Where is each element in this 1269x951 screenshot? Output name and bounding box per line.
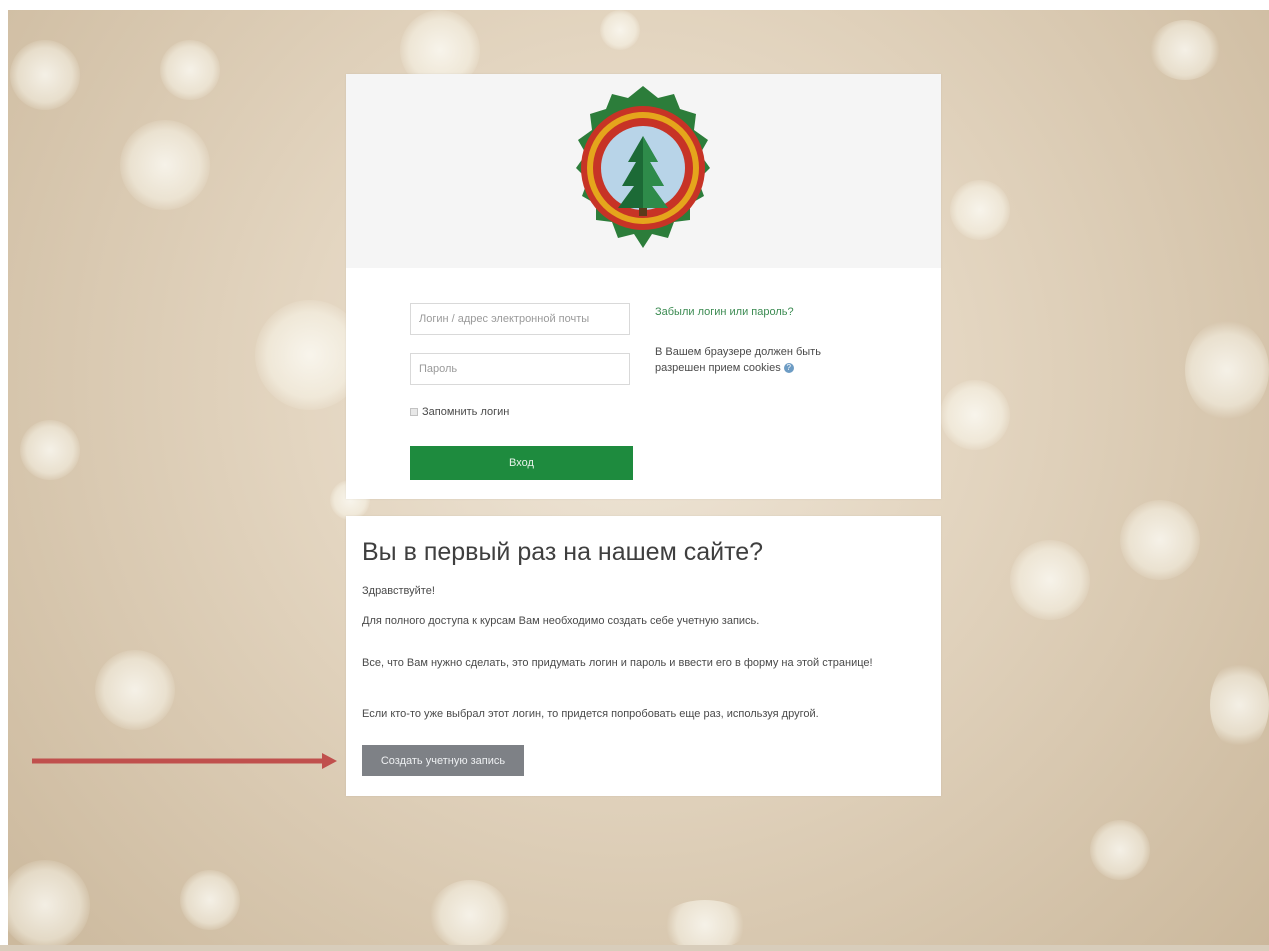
fir-tree-emblem-icon [576, 86, 710, 248]
signup-greeting: Здравствуйте! [362, 585, 435, 597]
create-account-button[interactable]: Создать учетную запись [362, 745, 524, 776]
remember-login-row[interactable]: Запомнить логин [410, 405, 509, 419]
bottom-divider [0, 945, 1269, 951]
top-frame-edge [0, 0, 1269, 10]
cookies-notice: В Вашем браузере должен быть разрешен пр… [655, 344, 865, 376]
password-input[interactable] [410, 353, 630, 385]
signup-card: Вы в первый раз на нашем сайте? Здравств… [346, 516, 941, 796]
username-input[interactable] [410, 303, 630, 335]
signup-paragraph: Для полного доступа к курсам Вам необход… [362, 615, 760, 627]
cookies-notice-text: В Вашем браузере должен быть разрешен пр… [655, 346, 821, 374]
remember-login-checkbox[interactable] [410, 408, 418, 416]
signup-paragraph: Если кто-то уже выбрал этот логин, то пр… [362, 708, 819, 720]
login-button[interactable]: Вход [410, 446, 633, 480]
login-card: Запомнить логин Вход Забыли логин или па… [346, 74, 941, 499]
pointer-arrow-icon [32, 753, 337, 769]
logo-header [346, 74, 941, 268]
forgot-password-link[interactable]: Забыли логин или пароль? [655, 306, 794, 318]
help-icon[interactable]: ? [783, 363, 794, 374]
signup-paragraph: Все, что Вам нужно сделать, это придумат… [362, 657, 873, 669]
left-frame-edge [0, 0, 8, 951]
signup-heading: Вы в первый раз на нашем сайте? [362, 538, 764, 566]
remember-login-label: Запомнить логин [422, 406, 510, 418]
